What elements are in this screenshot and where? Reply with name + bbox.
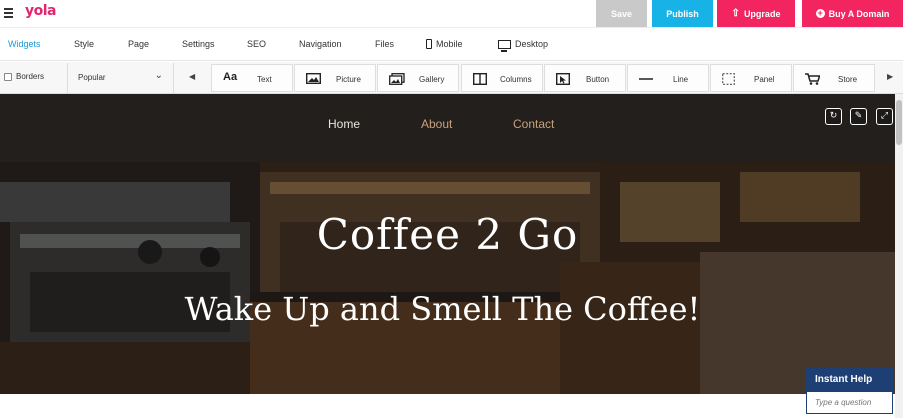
widget-category-select[interactable]: Popular ⌄ [67,63,174,93]
widget-text[interactable]: Aa Text [211,64,293,92]
desktop-icon [498,39,511,52]
buy-domain-button[interactable]: + Buy A Domain [802,0,903,27]
widget-panel[interactable]: Panel [710,64,792,92]
chevron-down-icon: ⌄ [154,70,163,81]
widget-toolbar: Borders Popular ⌄ ◀ Aa Text Picture Gall… [0,62,903,94]
tab-widgets[interactable]: Widgets [8,39,41,49]
instant-help-header[interactable]: Instant Help [807,368,892,392]
page-content-area [0,394,895,418]
widget-picture[interactable]: Picture [294,64,376,92]
save-button[interactable]: Save [596,0,647,27]
widget-panel-label: Panel [754,75,775,84]
expand-icon[interactable]: ⤢ [876,108,893,125]
canvas-scrollbar[interactable] [895,94,903,418]
hero-title: Coffee 2 Go [316,210,579,259]
tab-navigation[interactable]: Navigation [299,39,342,49]
borders-toggle[interactable]: Borders [4,72,44,81]
line-icon [639,78,653,80]
site-navigation: Home About Contact ↻ ✎ ⤢ [0,94,895,162]
site-nav-home[interactable]: Home [328,117,360,131]
tab-files[interactable]: Files [375,39,394,49]
picture-icon [306,73,321,84]
columns-icon [473,73,487,85]
buy-domain-label: Buy A Domain [828,8,890,19]
help-question-input[interactable] [807,392,892,413]
save-label: Save [610,8,633,19]
scrollbar-thumb[interactable] [896,100,902,145]
mobile-icon [426,39,432,49]
tab-seo[interactable]: SEO [247,39,266,49]
widget-picture-label: Picture [336,75,361,84]
tab-desktop[interactable]: Desktop [498,39,549,52]
upgrade-label: Upgrade [743,8,781,19]
site-nav-contact[interactable]: Contact [513,117,554,131]
editor-tabs: Widgets Style Page Settings SEO Navigati… [0,29,903,61]
instant-help-widget: Instant Help [806,367,893,414]
borders-checkbox[interactable] [4,72,12,81]
plus-circle-icon: + [815,8,825,18]
category-value: Popular [78,73,106,82]
widget-columns-label: Columns [500,75,532,84]
borders-label: Borders [16,72,45,81]
widget-line[interactable]: Line [627,64,709,92]
top-bar: yola Save Publish ⇧ Upgrade + Buy A Doma… [0,0,903,28]
edit-icon[interactable]: ✎ [850,108,867,125]
widget-line-label: Line [673,75,689,84]
site-nav-about[interactable]: About [421,117,452,131]
hero-subtitle: Wake Up and Smell The Coffee! [184,290,701,328]
refresh-icon[interactable]: ↻ [825,108,842,125]
tab-style[interactable]: Style [74,39,94,49]
publish-label: Publish [666,8,699,19]
widget-gallery-label: Gallery [419,75,445,84]
hero-banner[interactable]: Coffee 2 Go Wake Up and Smell The Coffee… [0,162,895,394]
text-icon: Aa [223,71,238,83]
tab-mobile[interactable]: Mobile [426,39,463,49]
panel-icon [722,73,735,85]
upload-arrow-icon: ⇧ [731,7,740,19]
widget-gallery[interactable]: Gallery [377,64,459,92]
widget-columns[interactable]: Columns [461,64,543,92]
tab-mobile-label: Mobile [436,39,463,49]
yola-editor: yola Save Publish ⇧ Upgrade + Buy A Doma… [0,0,903,418]
widget-button[interactable]: Button [544,64,626,92]
widget-store-label: Store [838,75,858,84]
publish-button[interactable]: Publish [652,0,713,27]
yola-logo[interactable]: yola [25,3,57,19]
scroll-right-arrow-icon[interactable]: ▶ [887,72,893,81]
site-preview[interactable]: Home About Contact ↻ ✎ ⤢ Coffee 2 Go Wak… [0,94,895,418]
tab-desktop-label: Desktop [515,39,549,49]
button-icon [556,73,570,85]
widget-store[interactable]: Store [793,64,875,92]
cart-icon [805,73,820,85]
gallery-icon [389,73,405,85]
hamburger-menu-icon[interactable] [4,8,13,18]
widget-button-label: Button [586,75,610,84]
coffee-shop-background [0,162,895,394]
tab-settings[interactable]: Settings [182,39,215,49]
widget-text-label: Text [257,75,272,84]
upgrade-button[interactable]: ⇧ Upgrade [717,0,795,27]
tab-page[interactable]: Page [128,39,149,49]
scroll-left-arrow-icon[interactable]: ◀ [189,72,195,81]
